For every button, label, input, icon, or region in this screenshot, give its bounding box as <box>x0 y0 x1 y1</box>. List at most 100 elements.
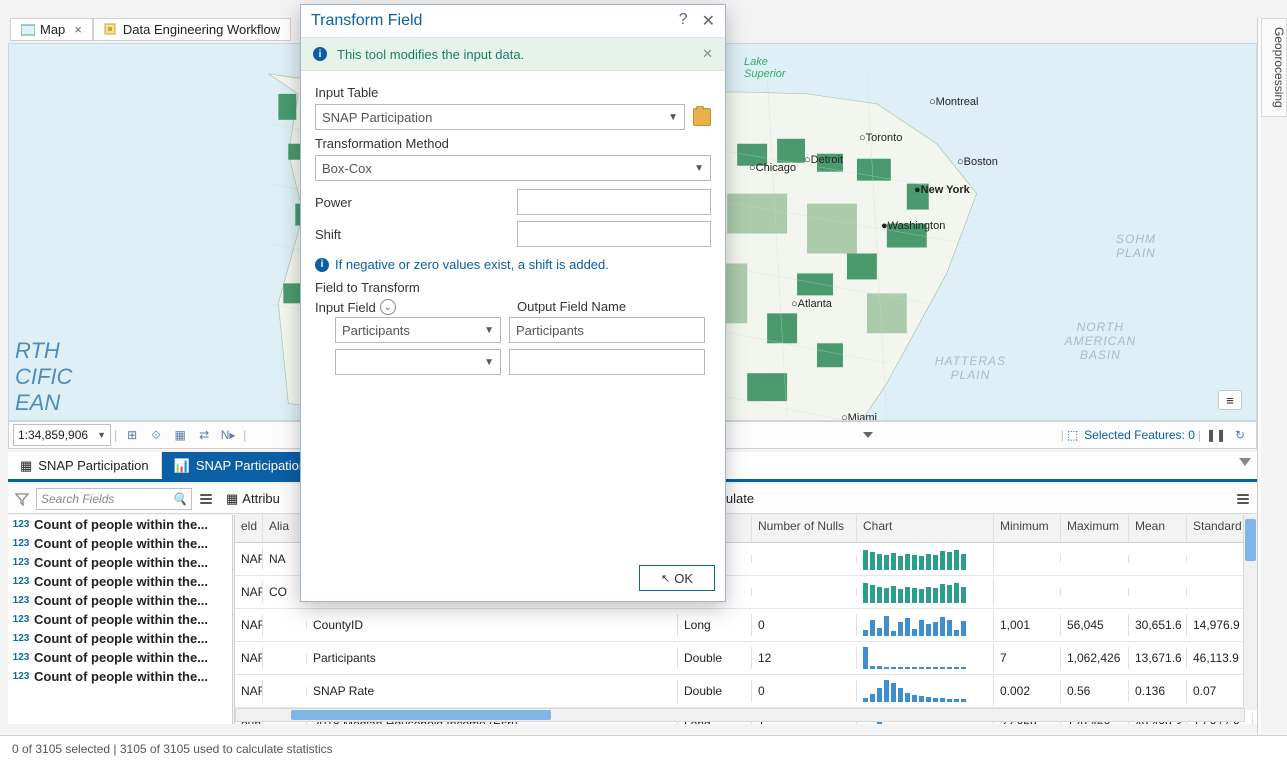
output-field-label: Output Field Name <box>517 299 711 315</box>
city-miami: ○Miami <box>841 412 877 421</box>
input-table-label: Input Table <box>315 85 711 100</box>
table-icon: ▦ <box>20 458 32 474</box>
add-table-icon[interactable]: ⊞ <box>122 425 142 445</box>
power-label: Power <box>315 195 509 210</box>
city-chicago: ○Chicago <box>749 162 796 174</box>
vertical-scrollbar[interactable] <box>1243 515 1257 710</box>
fields-list[interactable]: 123Count of people within the...123Count… <box>8 515 233 724</box>
map-icon <box>21 23 35 37</box>
hatteras-label: HATTERAS PLAIN <box>935 354 1006 382</box>
numeric-field-icon: 123 <box>12 652 30 663</box>
attr-tab-snap[interactable]: ▦ SNAP Participation <box>8 452 162 479</box>
field-item[interactable]: 123Count of people within the... <box>8 591 232 610</box>
city-atlanta: ○Atlanta <box>791 298 832 310</box>
search-fields-input[interactable]: Search Fields 🔍 <box>36 488 192 510</box>
field-item[interactable]: 123Count of people within the... <box>8 553 232 572</box>
field-to-transform-label: Field to Transform <box>315 280 711 295</box>
close-banner-icon[interactable]: ✕ <box>702 46 713 62</box>
numeric-field-icon: 123 <box>12 633 30 644</box>
close-icon[interactable]: × <box>74 22 82 37</box>
browse-folder-icon[interactable] <box>693 108 711 126</box>
output-field-input-2[interactable] <box>509 349 705 375</box>
city-washington: ●Washington <box>881 220 945 232</box>
output-field-input[interactable] <box>509 317 705 343</box>
dialog-title-text: Transform Field <box>311 12 422 30</box>
zoom-to-icon[interactable]: ⟐ <box>146 425 166 445</box>
table-icon[interactable]: ▦ <box>170 425 190 445</box>
table-icon: ▦ <box>226 491 238 507</box>
city-detroit: ○Detroit <box>804 154 843 166</box>
transform-field-dialog: Transform Field ? ✕ i This tool modifies… <box>300 4 726 602</box>
chevron-down-icon[interactable] <box>1239 458 1251 466</box>
attribute-group: ▦ Attribu <box>226 491 280 507</box>
geoprocessing-tab[interactable]: Geoprocessing <box>1261 18 1287 117</box>
table-row[interactable]: NAFParticipantsDouble1271,062,42613,671.… <box>235 642 1257 675</box>
city-montreal: ○Montreal <box>929 96 978 108</box>
shift-note: i If negative or zero values exist, a sh… <box>315 257 711 272</box>
refresh-icon[interactable]: ↻ <box>1230 425 1250 445</box>
field-item[interactable]: 123Count of people within the... <box>8 610 232 629</box>
field-item[interactable]: 123Count of people within the... <box>8 534 232 553</box>
navigator-icon[interactable]: ≡ <box>1218 390 1242 410</box>
numeric-field-icon: 123 <box>12 614 30 625</box>
field-item[interactable]: 123Count of people within the... <box>8 667 232 686</box>
numeric-field-icon: 123 <box>12 576 30 587</box>
document-tabs: Map × Data Engineering Workflow <box>10 18 291 41</box>
ok-button[interactable]: ↖ OK <box>639 565 715 591</box>
tab-workflow-label: Data Engineering Workflow <box>123 22 280 37</box>
status-text: 0 of 3105 selected | 3105 of 3105 used t… <box>12 742 333 756</box>
scale-selector[interactable]: 1:34,859,906 ▼ <box>13 424 111 446</box>
field-item[interactable]: 123Count of people within the... <box>8 515 232 534</box>
menu-icon-right[interactable] <box>1233 490 1253 508</box>
input-field-select-2[interactable]: ▼ <box>335 349 501 375</box>
input-field-select[interactable]: Participants▼ <box>335 317 501 343</box>
ocean-label: RTH CIFIC EAN <box>15 338 72 416</box>
filter-icon[interactable] <box>12 489 32 509</box>
info-icon: i <box>313 47 327 61</box>
menu-icon[interactable] <box>196 490 216 508</box>
shift-input[interactable] <box>517 221 711 247</box>
method-label: Transformation Method <box>315 136 711 151</box>
numeric-field-icon: 123 <box>12 557 30 568</box>
workflow-icon <box>104 23 118 37</box>
tab-map[interactable]: Map × <box>10 18 93 41</box>
city-toronto: ○Toronto <box>859 132 902 144</box>
method-select[interactable]: Box-Cox▼ <box>315 155 711 181</box>
numeric-field-icon: 123 <box>12 671 30 682</box>
power-input[interactable] <box>517 189 711 215</box>
scale-value: 1:34,859,906 <box>18 428 88 442</box>
horizontal-scrollbar[interactable] <box>235 708 1245 722</box>
chevron-down-icon[interactable]: ⌄ <box>380 299 396 315</box>
swap-icon[interactable]: ⇄ <box>194 425 214 445</box>
sohm-label: SOHM PLAIN <box>1116 232 1156 260</box>
city-superior: Lake Superior <box>744 56 786 80</box>
tab-map-label: Map <box>40 22 65 37</box>
shift-label: Shift <box>315 227 509 242</box>
table-row[interactable]: NAFSNAP RateDouble00.0020.560.1360.07 <box>235 675 1257 708</box>
search-icon: 🔍 <box>172 492 187 506</box>
tab-workflow[interactable]: Data Engineering Workflow <box>93 18 291 41</box>
city-newyork: ●New York <box>914 184 970 196</box>
numeric-field-icon: 123 <box>12 538 30 549</box>
numeric-field-icon: 123 <box>12 519 30 530</box>
field-item[interactable]: 123Count of people within the... <box>8 572 232 591</box>
city-boston: ○Boston <box>957 156 998 168</box>
info-icon: i <box>315 258 329 272</box>
field-item[interactable]: 123Count of people within the... <box>8 629 232 648</box>
pause-icon[interactable]: ❚❚ <box>1206 425 1226 445</box>
next-icon[interactable]: N▸ <box>218 425 238 445</box>
close-icon[interactable]: ✕ <box>702 11 715 31</box>
help-icon[interactable]: ? <box>679 11 688 31</box>
dialog-titlebar[interactable]: Transform Field ? ✕ <box>301 5 725 38</box>
input-field-label: Input Field <box>315 300 376 315</box>
status-bar: 0 of 3105 selected | 3105 of 3105 used t… <box>0 735 1287 761</box>
attr-tab-snap-active[interactable]: 📊 SNAP Participation <box>162 452 320 479</box>
dialog-info-banner: i This tool modifies the input data. ✕ <box>301 38 725 71</box>
field-item[interactable]: 123Count of people within the... <box>8 648 232 667</box>
selection-icon: ⬚ <box>1067 428 1078 442</box>
chevron-down-icon[interactable] <box>863 432 873 438</box>
selected-features: ⬚ Selected Features: 0 <box>1067 428 1195 442</box>
input-table-select[interactable]: SNAP Participation▼ <box>315 104 685 130</box>
table-row[interactable]: NAFCountyIDLong01,00156,04530,651.614,97… <box>235 609 1257 642</box>
ulate-label: ulate <box>726 491 754 506</box>
